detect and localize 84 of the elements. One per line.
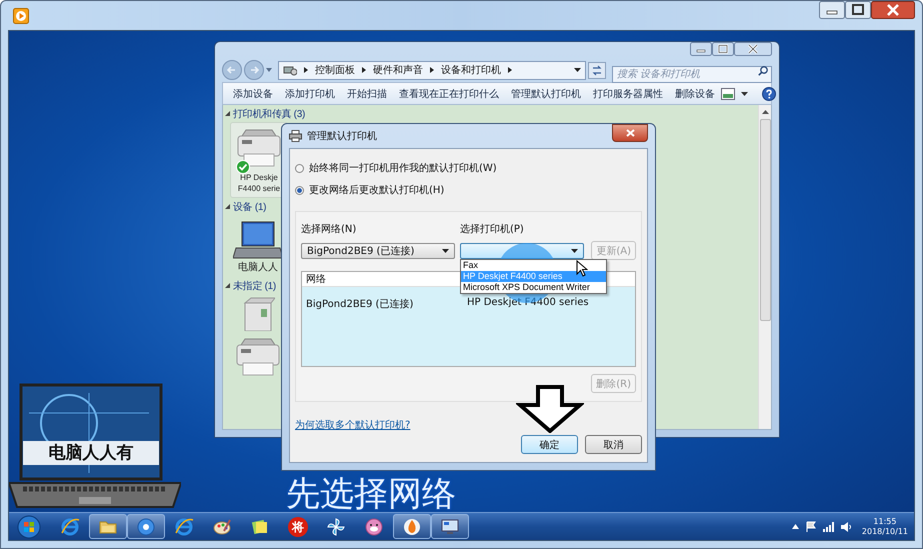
chevron-icon [507,66,513,74]
toolbar-button[interactable]: 添加打印机 [279,86,341,100]
dropdown-caret-icon [571,248,578,252]
flame-icon [402,516,422,536]
logo-text: 电脑人人有 [23,441,159,465]
forward-icon[interactable] [244,60,264,80]
dropdown-option[interactable]: Fax [461,260,606,270]
close-button[interactable] [612,124,648,142]
toolbar-button[interactable]: 添加设备 [227,86,279,100]
chevron-icon [361,66,367,74]
collapse-arrow-icon[interactable] [224,203,231,210]
toolbar-button[interactable]: 开始扫描 [341,86,393,100]
video-subtitle: 先选择网络 [286,473,456,516]
group-header[interactable]: 打印机和传真 (3) [233,106,306,120]
button[interactable]: 确定 [521,435,578,454]
close-icon[interactable] [871,1,915,19]
dialog-title: 管理默认打印机 [307,130,377,143]
play-icon[interactable] [13,8,29,24]
taskbar-button[interactable] [89,514,127,539]
close-icon [626,129,634,137]
radio-label[interactable]: 更改网络后更改默认打印机(H) [309,183,444,197]
printer-dropdown[interactable] [460,242,584,258]
table-cell-text: HP Deskjet F4400 series [467,297,589,310]
dropdown-caret-icon[interactable] [741,92,748,96]
taskbar-button[interactable]: 将 [279,514,317,539]
toolbar-button[interactable]: 查看现在正在打印什么 [393,86,505,100]
printer-icon [289,130,302,142]
collapse-arrow-icon[interactable] [224,282,231,289]
field-label: 选择打印机(P) [460,222,525,236]
radio-button[interactable] [295,186,304,194]
maximize-icon[interactable] [845,1,871,19]
toolbar-button[interactable]: 打印服务器属性 [587,86,669,100]
address-bar[interactable]: 控制面板 硬件和声音 设备和打印机 [278,60,586,80]
column-header[interactable]: 网络 [306,272,326,286]
network-signal-icon[interactable] [822,522,835,532]
paint-palette-icon [212,516,232,536]
button[interactable]: 取消 [585,435,642,454]
pig-face-icon [364,516,384,536]
breadcrumb-item[interactable]: 控制面板 [315,63,355,77]
chevron-icon [429,66,435,74]
group-header[interactable]: 设备 (1) [233,200,266,214]
device-label: HP Deskje F4400 serie [238,172,280,194]
breadcrumb-item[interactable]: 设备和打印机 [441,63,501,77]
minimize-icon[interactable] [690,42,712,56]
network-dropdown[interactable]: BigPond2BE9 (已连接) [301,242,455,258]
monitor-icon [440,516,460,536]
search-icon [758,66,768,76]
field-label: 选择网络(N) [301,222,358,236]
device-box-icon [241,297,275,331]
breadcrumb-item[interactable]: 硬件和声音 [373,63,423,77]
radio-button[interactable] [295,164,304,172]
pinwheel-icon [326,516,346,536]
group-header[interactable]: 未指定 (1) [233,278,276,292]
dropdown-caret-icon [442,248,449,252]
clock[interactable]: 11:55 2018/10/11 [862,516,908,536]
refresh-icon[interactable] [588,62,606,78]
browser-e-icon [174,516,194,536]
taskbar-button[interactable] [127,514,165,539]
speaker-icon[interactable] [840,522,852,532]
dropdown-caret-icon[interactable] [574,68,581,72]
taskbar-button[interactable] [393,514,431,539]
toolbar-button[interactable]: 删除设备 [669,86,721,100]
minimize-icon[interactable] [819,1,845,19]
help-icon[interactable] [762,86,776,100]
table-cell-text: BigPond2BE9 (已连接) [306,298,414,311]
radio-label[interactable]: 始终将同一打印机用作我的默认打印机(W) [309,161,497,175]
device-label: 电脑人人 [238,262,278,274]
view-icon[interactable] [721,88,735,100]
start-button-icon[interactable] [17,514,41,538]
scroll-up-icon [762,110,768,114]
collapse-arrow-icon[interactable] [224,110,231,117]
search-field[interactable]: 搜索 设备和打印机 [612,66,772,82]
chevron-icon [303,66,309,74]
help-link[interactable]: 为何选取多个默认打印机? [295,418,410,432]
media-player-icon [136,516,156,536]
dropdown-option[interactable]: Microsoft XPS Document Writer [461,282,606,292]
devices-icon [283,64,297,76]
taskbar-button[interactable] [431,514,469,539]
browser-e-icon [60,516,80,536]
back-icon[interactable] [222,60,242,80]
show-hidden-icons-icon[interactable] [792,524,799,529]
flag-icon[interactable] [804,520,817,532]
scrollbar[interactable] [758,105,771,429]
toolbar-button[interactable]: 管理默认打印机 [505,86,587,100]
